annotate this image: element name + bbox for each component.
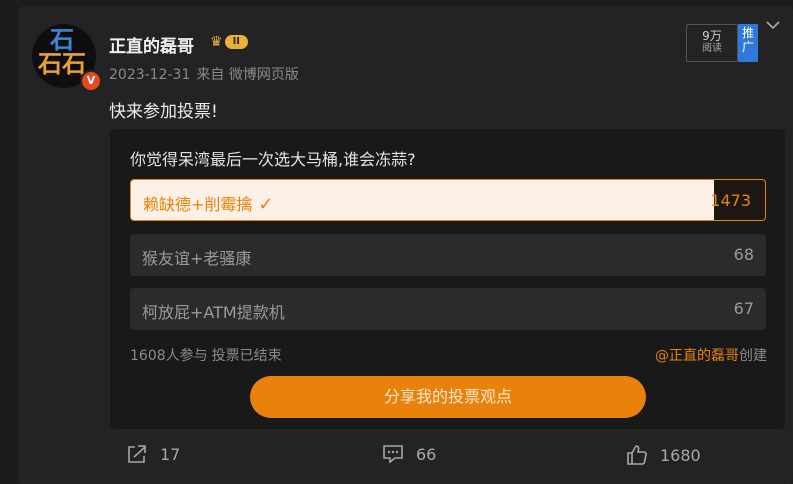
verified-badge: V <box>80 70 102 92</box>
read-count-box: 9万 阅读 <box>686 24 738 62</box>
author-name[interactable]: 正直的磊哥 <box>109 32 194 57</box>
poll-creator: @正直的磊哥创建 <box>655 345 767 365</box>
like-count: 1680 <box>660 445 701 465</box>
level-label: II <box>224 35 249 49</box>
share-vote-button[interactable]: 分享我的投票观点 <box>250 376 646 418</box>
poll-option-label: 猴友谊+老骚康 <box>142 249 252 268</box>
poll-option[interactable]: 赖缺德+削霉擒 ✓ 1473 <box>130 179 766 221</box>
post-date[interactable]: 2023-12-31 <box>109 67 190 83</box>
poll-option[interactable]: 猴友谊+老骚康 68 <box>130 234 766 276</box>
chevron-down-icon[interactable] <box>766 18 780 34</box>
comment-count: 66 <box>416 444 437 464</box>
crown-icon: ♛ <box>210 34 223 50</box>
action-bar: 17 66 1680 <box>0 444 793 468</box>
poll-option-count: 1473 <box>710 191 751 210</box>
read-label: 阅读 <box>702 43 722 54</box>
poll-option-label: 赖缺德+削霉擒 <box>143 195 253 214</box>
avatar-glyph: 石 <box>50 26 74 54</box>
recommend-button[interactable]: 推广 <box>738 24 758 62</box>
repost-count: 17 <box>160 444 181 464</box>
comment-button[interactable]: 66 <box>382 444 436 464</box>
poll-card: 你觉得呆湾最后一次选大马桶,谁会冻蒜? 赖缺德+削霉擒 ✓ 1473 猴友谊+老骚… <box>110 129 785 429</box>
level-badge[interactable]: ♛ II <box>210 34 256 50</box>
thumb-up-icon <box>627 445 647 465</box>
repost-button[interactable]: 17 <box>126 444 180 464</box>
poll-option-label: 柯放屁+ATM提款机 <box>142 303 285 322</box>
post-text: 快来参加投票! <box>109 102 218 122</box>
poll-participants: 1608人参与 <box>130 348 208 364</box>
check-icon: ✓ <box>258 194 274 215</box>
share-icon <box>128 445 146 463</box>
avatar-glyph: 石 <box>38 50 62 78</box>
like-button[interactable]: 1680 <box>626 444 701 466</box>
post-source: 来自 微博网页版 <box>196 67 299 83</box>
post-meta: 2023-12-31 来自 微博网页版 <box>109 64 305 84</box>
poll-option-count: 68 <box>733 245 754 264</box>
poll-option-count: 67 <box>733 299 754 318</box>
comment-icon <box>383 445 403 464</box>
creator-mention[interactable]: @正直的磊哥 <box>655 348 739 364</box>
poll-question: 你觉得呆湾最后一次选大马桶,谁会冻蒜? <box>130 150 416 169</box>
poll-status: 投票已结束 <box>211 348 282 364</box>
read-count: 9万 <box>702 29 722 43</box>
poll-option[interactable]: 柯放屁+ATM提款机 67 <box>130 288 766 330</box>
creator-suffix: 创建 <box>739 348 767 364</box>
poll-stats: 1608人参与 投票已结束 <box>130 345 286 365</box>
